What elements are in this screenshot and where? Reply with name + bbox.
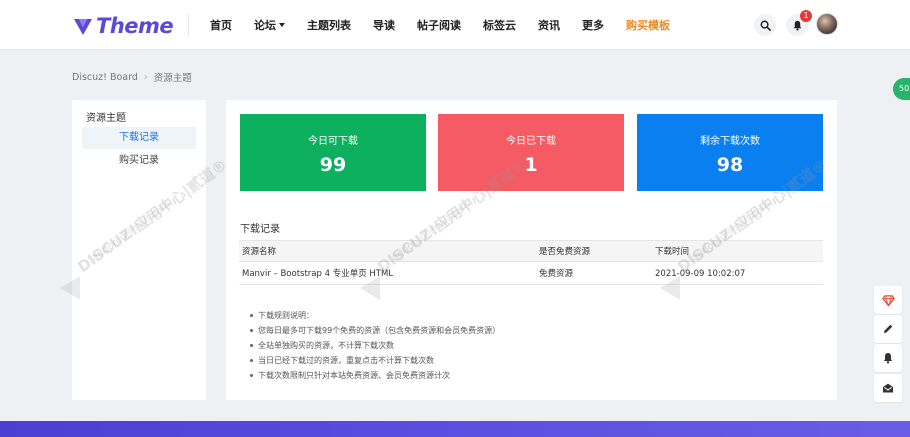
stat-value: 98 — [716, 154, 744, 176]
table-row: Manvir – Bootstrap 4 专业单页 HTML 免费资源 2021… — [239, 263, 823, 285]
nav-item-home[interactable]: 首页 — [210, 17, 232, 33]
breadcrumb-separator: › — [143, 71, 148, 83]
nav-label: 标签云 — [483, 19, 516, 32]
message-button[interactable] — [874, 374, 902, 402]
nav-label: 资讯 — [538, 19, 560, 32]
column-header-resource-name: 资源名称 — [242, 247, 277, 257]
stat-value: 1 — [524, 154, 538, 176]
nav-label: 首页 — [210, 19, 232, 32]
column-header-download-time: 下载时间 — [655, 247, 690, 257]
list-item: 下载次数限制只针对本站免费资源、会员免费资源计次 — [250, 368, 500, 383]
breadcrumb-root-link[interactable]: Discuz! Board — [72, 72, 138, 83]
list-item: 全站单独购买的资源，不计算下载次数 — [250, 338, 500, 353]
post-button[interactable] — [874, 315, 902, 343]
sidebar-title: 资源主题 — [86, 113, 126, 124]
stat-value: 99 — [319, 154, 347, 176]
stat-label: 剩余下载次数 — [700, 136, 760, 147]
sidebar-item-download-records[interactable]: 下载记录 — [82, 127, 196, 149]
nav-label: 导读 — [373, 19, 395, 32]
column-header-free-resource: 是否免费资源 — [539, 247, 591, 257]
download-rules-list: 下载规则说明： 您每日最多可下载99个免费的资源（包含免费资源和会员免费资源） … — [250, 308, 500, 383]
stat-label: 今日已下载 — [506, 136, 556, 147]
bell-icon — [883, 353, 893, 364]
search-icon — [760, 20, 771, 31]
search-button[interactable] — [754, 14, 776, 36]
nav-item-tag-cloud[interactable]: 标签云 — [483, 17, 516, 33]
nav-label: 帖子阅读 — [417, 19, 461, 32]
nav-item-post-read[interactable]: 帖子阅读 — [417, 17, 461, 33]
nav-label: 购买模板 — [626, 19, 670, 32]
table-header: 资源名称 是否免费资源 下载时间 — [239, 240, 823, 262]
nav-item-forum[interactable]: 论坛 — [254, 17, 285, 33]
nav-item-more[interactable]: 更多 — [582, 17, 604, 33]
vip-button[interactable] — [874, 286, 902, 314]
diamond-icon — [881, 294, 895, 307]
nav-item-buy-template[interactable]: 购买模板 — [626, 17, 670, 33]
edge-tab-label: 50 — [899, 84, 910, 93]
sidebar: 资源主题 下载记录 购买记录 — [72, 100, 206, 400]
stat-card-remaining-downloads: 剩余下载次数 98 — [637, 114, 823, 191]
section-title: 下载记录 — [240, 224, 280, 235]
stat-card-available-today: 今日可下载 99 — [240, 114, 426, 191]
header-divider — [188, 14, 189, 36]
top-header: Theme 首页 论坛 主题列表 导读 帖子阅读 标签云 资讯 更多 购买模板 … — [0, 0, 910, 50]
download-time-value: 2021-09-09 10:02:07 — [655, 269, 746, 279]
resource-name-link[interactable]: Manvir – Bootstrap 4 专业单页 HTML — [242, 263, 393, 285]
list-item: 下载规则说明： — [250, 308, 500, 323]
nav-label: 主题列表 — [307, 19, 351, 32]
stat-card-downloaded-today: 今日已下载 1 — [438, 114, 624, 191]
notification-button[interactable]: 1 — [786, 10, 812, 36]
main-panel: 今日可下载 99 今日已下载 1 剩余下载次数 98 下载记录 资源名称 是否免… — [226, 100, 837, 400]
nav-label: 论坛 — [254, 19, 276, 32]
bell-icon — [793, 20, 801, 31]
nav-item-news[interactable]: 资讯 — [538, 17, 560, 33]
notice-button[interactable] — [874, 344, 902, 372]
stat-label: 今日可下载 — [308, 136, 358, 147]
logo-text: Theme — [96, 14, 174, 38]
free-resource-value: 免费资源 — [539, 269, 574, 279]
mail-icon — [883, 383, 893, 393]
chevron-down-icon — [279, 23, 285, 27]
breadcrumb: Discuz! Board › 资源主题 — [72, 70, 192, 85]
footer-band — [0, 421, 910, 437]
nav-item-guide[interactable]: 导读 — [373, 17, 395, 33]
site-logo[interactable]: Theme — [72, 13, 174, 39]
list-item: 您每日最多可下载99个免费的资源（包含免费资源和会员免费资源） — [250, 323, 500, 338]
nav-label: 更多 — [582, 19, 604, 32]
sidebar-item-purchase-records[interactable]: 购买记录 — [82, 150, 196, 172]
logo-mark-icon — [74, 19, 92, 35]
notification-badge: 1 — [800, 10, 812, 22]
user-avatar[interactable] — [816, 13, 838, 35]
list-item: 当日已经下载过的资源，重复点击不计算下载次数 — [250, 353, 500, 368]
side-edge-tab[interactable]: 50 — [893, 78, 910, 100]
pencil-icon — [884, 324, 893, 333]
nav-item-thread-list[interactable]: 主题列表 — [307, 17, 351, 33]
main-nav: 首页 论坛 主题列表 导读 帖子阅读 标签云 资讯 更多 购买模板 — [210, 0, 692, 50]
breadcrumb-current: 资源主题 — [153, 73, 192, 84]
